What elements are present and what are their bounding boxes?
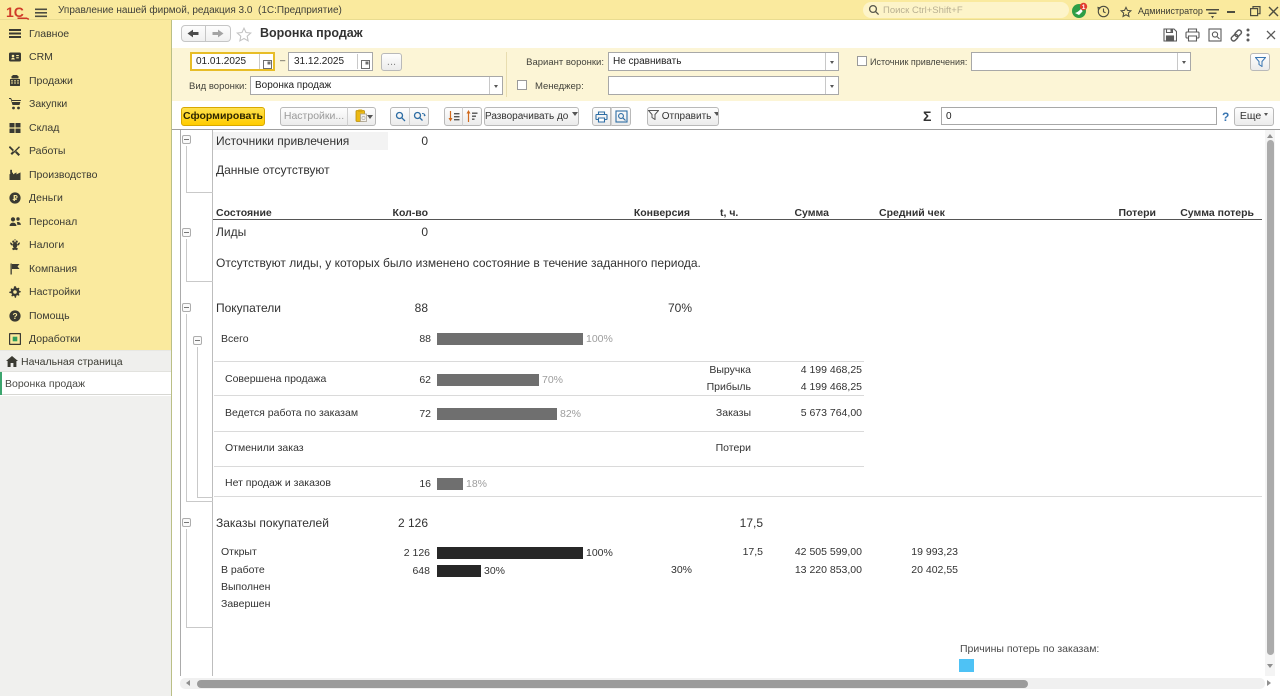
svg-text:?: ?	[12, 311, 17, 321]
svg-text:1: 1	[1082, 4, 1086, 11]
